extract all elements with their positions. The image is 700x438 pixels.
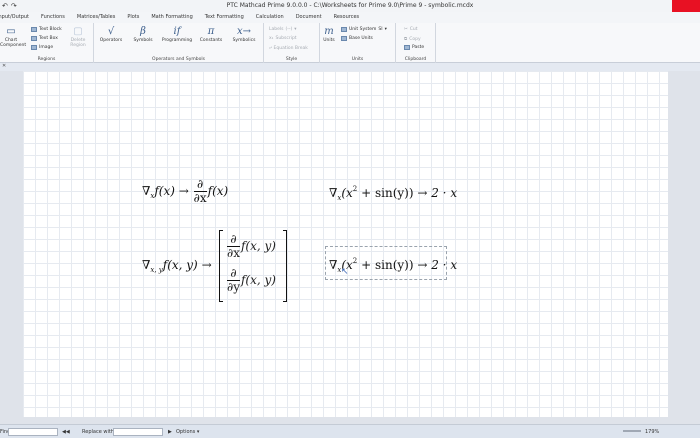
operators-symbols-group: √ Operators β Symbols if Programming π C…	[94, 23, 264, 63]
regions-group: ▭ Chart Component Text Block Text Box Im…	[0, 23, 94, 63]
matrix-row-2: ∂ ∂y f(x, y)	[227, 266, 276, 294]
replace-label: Replace with:	[82, 429, 116, 435]
copy-button[interactable]: ⧉ Copy	[404, 36, 421, 43]
scissors-icon: ✂	[404, 27, 408, 32]
style-group: Labels (--) ▾ x₁ Subscript ⤶ Equation Br…	[264, 23, 320, 63]
partial-x-fraction: ∂ ∂x	[227, 232, 240, 260]
delete-region-button[interactable]: ▢ Delete Region	[66, 26, 90, 48]
gradient-result-matrix: ∂ ∂x f(x, y) ∂ ∂y f(x, y)	[219, 230, 287, 302]
tab-matrices-tables[interactable]: Matrices/Tables	[71, 12, 121, 23]
image-icon	[31, 45, 37, 50]
chart-icon: ▭	[6, 26, 16, 37]
style-group-title: Style	[285, 57, 298, 62]
paste-icon	[404, 45, 410, 50]
cut-button[interactable]: ✂ Cut	[404, 27, 418, 32]
tab-plots[interactable]: Plots	[121, 12, 145, 23]
labels-dropdown[interactable]: Labels (--) ▾	[269, 27, 297, 32]
paste-button[interactable]: Paste	[404, 45, 424, 50]
operators-button[interactable]: √ Operators	[96, 26, 126, 43]
subscript-icon: x₁	[269, 36, 274, 41]
text-block-icon	[31, 27, 37, 32]
tab-resources[interactable]: Resources	[328, 12, 366, 23]
document-tab-strip: ✕	[0, 63, 700, 71]
find-previous-icon[interactable]: ◀◀	[62, 429, 70, 435]
math-region-gradient-expression[interactable]: ∇x(x2 + sin(y)) → 2 · x	[329, 185, 457, 202]
unit-system-icon	[341, 27, 347, 32]
subscript-button[interactable]: x₁ Subscript	[269, 36, 297, 41]
programming-icon: if	[173, 26, 181, 37]
unit-system-dropdown[interactable]: Unit System SI ▾	[341, 27, 387, 32]
status-bar: Find: ◀◀ Replace with: ▶ Options ▾ 179%	[0, 424, 700, 438]
find-input[interactable]	[8, 428, 58, 436]
constants-button[interactable]: π Constants	[196, 26, 226, 43]
clipboard-group-title: Clipboard	[404, 57, 427, 62]
zoom-slider[interactable]	[623, 430, 641, 432]
mouse-cursor-icon: ↖	[341, 267, 349, 277]
ribbon: ▭ Chart Component Text Block Text Box Im…	[0, 23, 700, 63]
copy-icon: ⧉	[404, 37, 408, 42]
replace-input[interactable]	[113, 428, 163, 436]
chart-component-button[interactable]: ▭ Chart Component	[0, 26, 26, 48]
chevron-down-icon: ▾	[294, 27, 297, 32]
tab-document[interactable]: Document	[290, 12, 328, 23]
clipboard-group: ✂ Cut ⧉ Copy Paste Clipboard	[396, 23, 436, 63]
operators-icon: √	[107, 26, 115, 37]
minimize-button[interactable]	[616, 0, 644, 12]
equation-break-button[interactable]: ⤶ Equation Break	[269, 45, 308, 52]
symbols-icon: β	[140, 26, 146, 37]
constants-icon: π	[207, 26, 215, 37]
math-region-gradient-fx[interactable]: ∇xf(x) → ∂ ∂x f(x)	[142, 178, 228, 205]
worksheet-page[interactable]	[23, 71, 668, 417]
window-title: PTC Mathcad Prime 9.0.0.0 - C:\Worksheet…	[226, 2, 474, 9]
title-bar: ↶ ↷ PTC Mathcad Prime 9.0.0.0 - C:\Works…	[0, 0, 700, 12]
tab-calculation[interactable]: Calculation	[250, 12, 290, 23]
regions-group-title: Regions	[37, 57, 56, 62]
chevron-down-icon: ▾	[384, 27, 387, 32]
base-units-button[interactable]: Base Units	[341, 36, 373, 41]
units-button[interactable]: m Units	[320, 26, 338, 43]
close-button[interactable]	[672, 0, 700, 12]
symbolics-icon: x→	[236, 26, 252, 37]
tab-input-output[interactable]: Input/Output	[0, 12, 35, 23]
chevron-down-icon: ▾	[196, 429, 200, 435]
partial-derivative-fraction: ∂ ∂x	[193, 177, 207, 205]
text-box-icon	[31, 36, 37, 41]
ribbon-tabs: Input/Output Functions Matrices/Tables P…	[0, 12, 700, 23]
maximize-button[interactable]	[644, 0, 672, 12]
matrix-row-1: ∂ ∂x f(x, y)	[227, 232, 276, 260]
options-dropdown[interactable]: Options ▾	[176, 429, 199, 435]
units-group-title: Units	[351, 57, 364, 62]
tab-math-formatting[interactable]: Math Formatting	[145, 12, 198, 23]
tab-functions[interactable]: Functions	[35, 12, 71, 23]
delete-region-icon: ▢	[73, 26, 83, 37]
units-icon: m	[324, 26, 334, 37]
symbols-button[interactable]: β Symbols	[128, 26, 158, 43]
text-box-button[interactable]: Text Box	[31, 36, 58, 41]
replace-next-icon[interactable]: ▶	[168, 429, 172, 435]
text-block-button[interactable]: Text Block	[31, 27, 62, 32]
zoom-level: 179%	[645, 429, 660, 435]
math-region-gradient-fxy[interactable]: ∇x, yf(x, y) →	[142, 258, 212, 274]
programming-button[interactable]: if Programming	[160, 26, 194, 43]
operators-symbols-group-title: Operators and Symbols	[152, 57, 205, 62]
window-controls	[616, 0, 700, 12]
partial-y-fraction: ∂ ∂y	[227, 266, 240, 294]
equation-break-icon: ⤶	[269, 46, 272, 51]
units-group: m Units Unit System SI ▾ Base Units Unit…	[320, 23, 396, 63]
tab-text-formatting[interactable]: Text Formatting	[199, 12, 250, 23]
image-button[interactable]: Image	[31, 45, 53, 50]
symbolics-button[interactable]: x→ Symbolics	[228, 26, 260, 43]
base-units-icon	[341, 36, 347, 41]
close-document-icon[interactable]: ✕	[2, 63, 6, 69]
